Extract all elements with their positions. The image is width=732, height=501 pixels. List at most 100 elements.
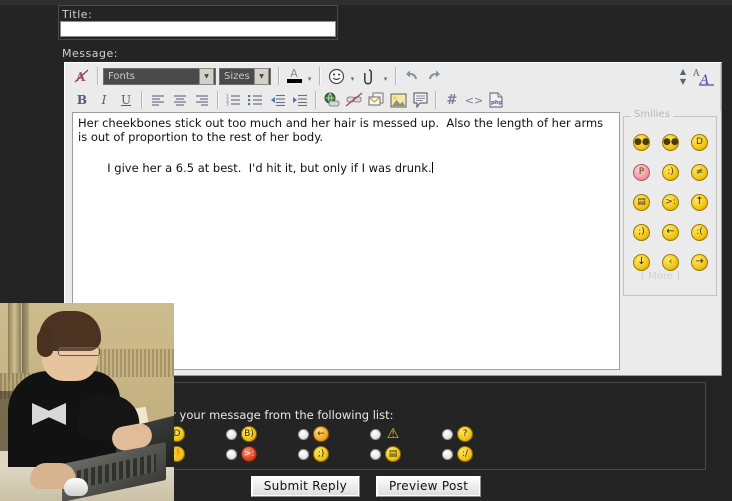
- message-icon-devil-radio[interactable]: [226, 449, 237, 460]
- toolbar-right-separator: [720, 63, 721, 111]
- smiley-wink[interactable]: ;): [627, 217, 656, 247]
- toolbar-separator: [395, 67, 397, 85]
- indent-button[interactable]: [289, 90, 311, 111]
- photo-pipe: [8, 303, 21, 379]
- toolbar-separator: [217, 91, 219, 109]
- font-color-swatch: [287, 79, 302, 83]
- message-icon-grin-radio[interactable]: [370, 449, 381, 460]
- redo-icon[interactable]: [423, 66, 445, 87]
- smiley-smile[interactable]: :): [656, 157, 685, 187]
- spinner-down-icon: ▼: [680, 77, 686, 87]
- photo-person-glasses: [58, 347, 100, 356]
- devil-face-icon: >:: [241, 446, 257, 462]
- insert-link-icon[interactable]: [321, 90, 343, 111]
- title-input[interactable]: [60, 21, 336, 37]
- message-icon-arrow-left[interactable]: ←: [298, 426, 370, 442]
- hash-glyph: #: [447, 93, 458, 108]
- arrow-left-icon: ←: [313, 426, 329, 442]
- font-color-dropdown[interactable]: ▾: [304, 65, 315, 87]
- smilies-more-link[interactable]: [ More ]: [641, 271, 680, 282]
- smiley-big-grin[interactable]: D: [685, 127, 714, 157]
- smiley-smile-glyph: :): [662, 164, 679, 181]
- ordered-list-button[interactable]: 123: [223, 90, 245, 111]
- italic-button[interactable]: I: [93, 90, 115, 111]
- align-left-button[interactable]: [147, 90, 169, 111]
- underline-glyph: U: [121, 93, 131, 107]
- toolbar-separator: [97, 67, 99, 85]
- insert-image-icon[interactable]: [387, 90, 409, 111]
- message-icon-cool-radio[interactable]: [226, 429, 237, 440]
- smiley-insert-icon[interactable]: [325, 66, 347, 87]
- message-paragraph-2: I give her a 6.5 at best. I'd hit it, bu…: [78, 147, 614, 189]
- smiley-rolleyes[interactable]: ●●: [627, 127, 656, 157]
- smiley-arrow-right[interactable]: →: [685, 247, 714, 277]
- smiley-mad-glyph: ≠: [691, 164, 708, 181]
- submit-reply-button[interactable]: Submit Reply: [251, 476, 360, 497]
- message-icon-unsure-radio[interactable]: [442, 449, 453, 460]
- smiley-frown-eyes-glyph: ●●: [662, 134, 679, 151]
- insert-php-icon[interactable]: php: [485, 90, 507, 111]
- smiley-sad[interactable]: :(: [685, 217, 714, 247]
- attachment-dropdown[interactable]: ▾: [380, 65, 391, 87]
- message-icon-exclamation-radio[interactable]: [370, 429, 381, 440]
- message-icon-grin[interactable]: ▤: [370, 446, 442, 462]
- message-icon-question[interactable]: ?: [442, 426, 514, 442]
- undo-icon[interactable]: [401, 66, 423, 87]
- smiley-dropdown[interactable]: ▾: [347, 65, 358, 87]
- toolbar-row-1: A Fonts ▼ Sizes ▼ A ▾: [71, 64, 445, 88]
- smilies-legend: Smilies: [631, 109, 673, 120]
- scroll-spinner[interactable]: ▲ ▼: [675, 66, 691, 88]
- toolbar-separator: [435, 91, 437, 109]
- insert-html-icon[interactable]: <>: [463, 90, 485, 111]
- smiley-arrow-down-glyph: ↓: [633, 254, 650, 271]
- smiley-mad[interactable]: ≠: [685, 157, 714, 187]
- smiley-grin-teeth[interactable]: ▤: [627, 187, 656, 217]
- smiley-arrow-up[interactable]: ↑: [685, 187, 714, 217]
- insert-email-icon[interactable]: [365, 90, 387, 111]
- remove-formatting-icon[interactable]: A: [71, 66, 93, 87]
- unordered-list-button[interactable]: [245, 90, 267, 111]
- toolbar-separator: [315, 91, 317, 109]
- preview-post-button[interactable]: Preview Post: [376, 476, 481, 497]
- smiley-frown-eyes[interactable]: ●●: [656, 127, 685, 157]
- remove-link-icon[interactable]: [343, 90, 365, 111]
- align-center-button[interactable]: [169, 90, 191, 111]
- smiley-devil[interactable]: >:: [656, 187, 685, 217]
- spinner-up-icon: ▲: [680, 67, 686, 77]
- message-icon-exclamation[interactable]: ⚠: [370, 426, 442, 442]
- bold-button[interactable]: B: [71, 90, 93, 111]
- post-reply-page: Title: Message: A Fonts ▼ Sizes: [0, 0, 732, 501]
- text-caret: [432, 162, 433, 173]
- svg-text:A: A: [692, 69, 700, 79]
- title-label: Title:: [62, 8, 92, 21]
- smiley-tongue-pink[interactable]: P: [627, 157, 656, 187]
- attachment-icon[interactable]: [358, 66, 380, 87]
- warning-triangle-icon: ⚠: [385, 426, 401, 442]
- insert-code-hash-icon[interactable]: #: [441, 90, 463, 111]
- svg-text:3: 3: [226, 102, 229, 107]
- underline-button[interactable]: U: [115, 90, 137, 111]
- message-icon-devil[interactable]: >:: [226, 446, 298, 462]
- php-label: php: [491, 100, 503, 106]
- message-icon-wink[interactable]: ;): [298, 446, 370, 462]
- outdent-button[interactable]: [267, 90, 289, 111]
- insert-quote-icon[interactable]: [409, 90, 431, 111]
- smiley-arrow-up-glyph: ↑: [691, 194, 708, 211]
- message-icon-arrow-left-radio[interactable]: [298, 429, 309, 440]
- font-size-value: Sizes: [224, 71, 254, 82]
- message-icon-wink-radio[interactable]: [298, 449, 309, 460]
- cool-face-icon: B): [241, 426, 257, 442]
- font-family-select[interactable]: Fonts ▼: [103, 68, 216, 85]
- message-icon-question-radio[interactable]: [442, 429, 453, 440]
- font-color-picker[interactable]: A: [284, 66, 304, 86]
- align-right-button[interactable]: [191, 90, 213, 111]
- smiley-grin-teeth-glyph: ▤: [633, 194, 650, 211]
- font-size-select[interactable]: Sizes ▼: [219, 68, 271, 85]
- message-icon-cool[interactable]: B): [226, 426, 298, 442]
- switch-editor-mode-icon[interactable]: A A: [691, 66, 717, 88]
- smiley-sad-glyph: :(: [691, 224, 708, 241]
- message-icon-unsure[interactable]: :/: [442, 446, 514, 462]
- smiley-arrow-left[interactable]: ←: [656, 217, 685, 247]
- chevron-down-icon: ▼: [254, 68, 269, 85]
- smiley-arrow-left-glyph: ←: [662, 224, 679, 241]
